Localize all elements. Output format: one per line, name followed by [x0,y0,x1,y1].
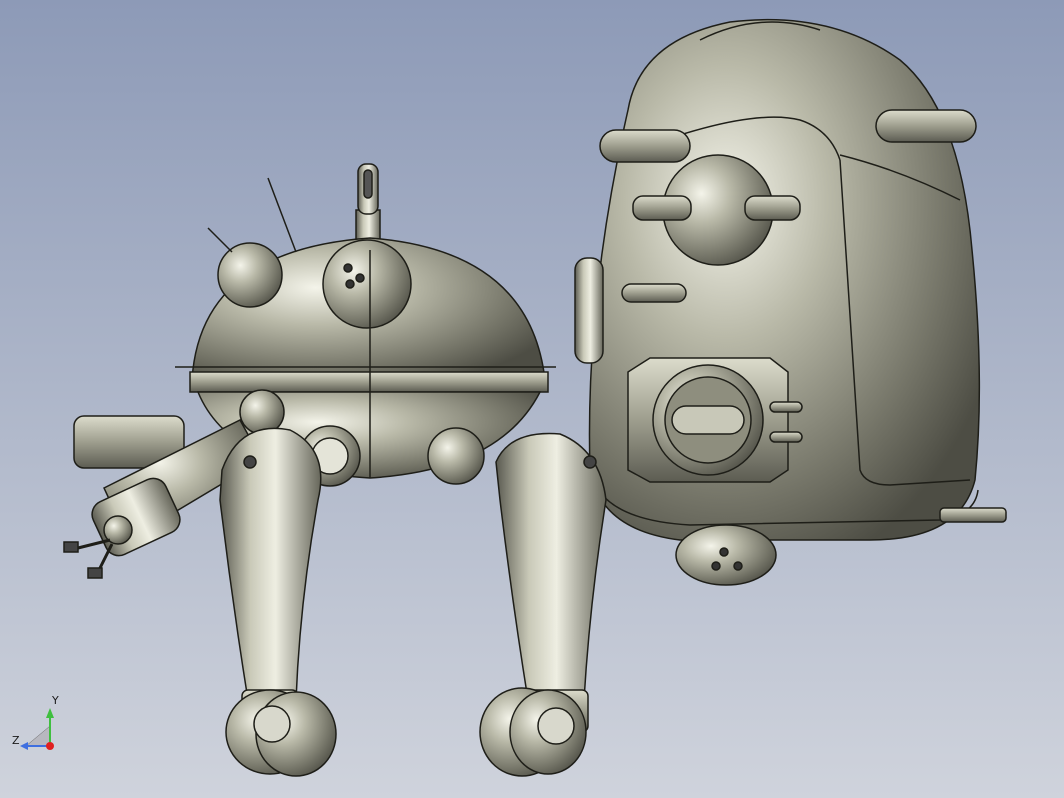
3d-viewport[interactable]: Y Z [0,0,1064,798]
coordinate-triad: Y Z [8,694,68,758]
front-leg [219,427,337,777]
robot-model[interactable] [0,0,1064,798]
y-axis-arrow [46,708,54,718]
rear-leg [479,432,607,777]
rear-pod [574,18,1007,586]
x-axis-dot [46,742,54,750]
y-axis-label: Y [52,694,59,707]
z-axis-arrow [20,742,28,750]
z-axis-label: Z [12,734,20,747]
triad-plane [25,725,51,747]
